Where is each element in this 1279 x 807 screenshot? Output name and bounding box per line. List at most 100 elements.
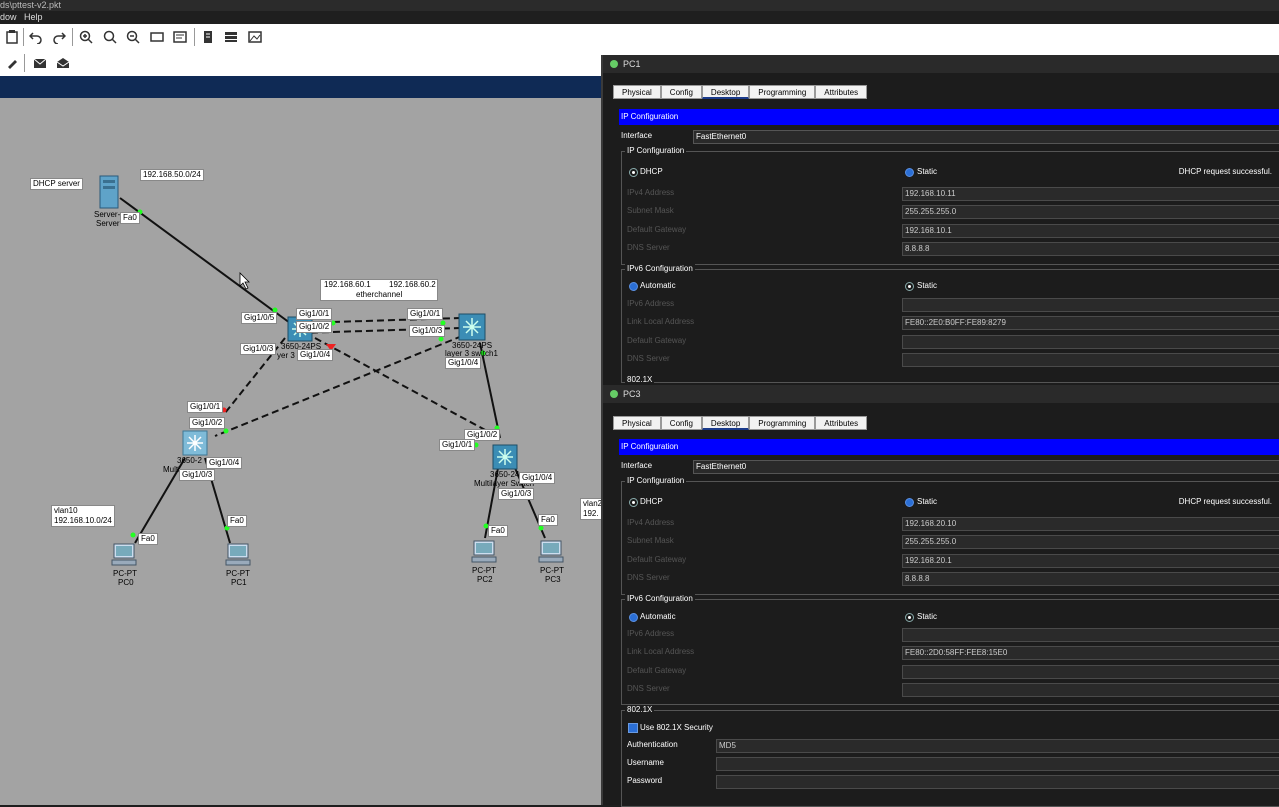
pc2-type: PC-PT bbox=[472, 566, 496, 575]
multilayer-switch-left-icon[interactable] bbox=[182, 430, 208, 456]
interface-select[interactable]: FastEthernet0 bbox=[693, 130, 1279, 144]
ipv4-group-label: IP Configuration bbox=[625, 476, 687, 485]
use-8021x-label: Use 802.1X Security bbox=[640, 723, 713, 732]
rectangle-icon[interactable] bbox=[148, 28, 166, 46]
main-toolbar bbox=[0, 24, 1279, 51]
ipv6-group-label: IPv6 Configuration bbox=[625, 264, 695, 273]
pc1-tabs: Physical Config Desktop Programming Attr… bbox=[613, 85, 868, 99]
workspace-bar bbox=[0, 76, 605, 98]
zoom-in-icon[interactable] bbox=[77, 28, 95, 46]
tab-config[interactable]: Config bbox=[660, 416, 702, 430]
zoom-reset-icon[interactable] bbox=[101, 28, 119, 46]
menu-window[interactable]: dow bbox=[0, 12, 17, 22]
pc3-authentication-select[interactable]: MD5 bbox=[716, 739, 1279, 753]
layer3-switch1-icon[interactable] bbox=[458, 313, 486, 341]
pc3-subnet-mask-input[interactable]: 255.255.255.0 bbox=[902, 535, 1279, 549]
pc3-type: PC-PT bbox=[540, 566, 564, 575]
tab-programming[interactable]: Programming bbox=[749, 85, 816, 99]
authentication-label: Authentication bbox=[627, 740, 678, 749]
notes-icon[interactable] bbox=[3, 28, 21, 46]
ip-config-header: IP Configuration bbox=[619, 439, 1279, 455]
toolbar-separator bbox=[72, 28, 73, 46]
ip-config-header: IP Configuration bbox=[619, 109, 1279, 125]
pc0-icon[interactable] bbox=[111, 543, 137, 567]
complex-pdu-icon[interactable] bbox=[54, 54, 72, 72]
pc3-ipv6-gateway-input[interactable] bbox=[902, 665, 1279, 679]
pc3-dialog-titlebar[interactable]: PC3 bbox=[603, 385, 1279, 403]
redo-icon[interactable] bbox=[50, 28, 68, 46]
pc3-username-input[interactable] bbox=[716, 757, 1279, 771]
interface-select[interactable]: FastEthernet0 bbox=[693, 460, 1279, 474]
multilayer-switch-right-icon[interactable] bbox=[492, 444, 518, 470]
tab-physical[interactable]: Physical bbox=[613, 416, 661, 430]
etherchannel-note: 192.168.60.1 192.168.60.2 etherchannel bbox=[320, 279, 438, 301]
right-port-gig1-0-3: Gig1/0/3 bbox=[498, 488, 535, 500]
pc3-ipv4-address-input[interactable]: 192.168.20.10 bbox=[902, 517, 1279, 531]
static-radio[interactable] bbox=[905, 498, 914, 507]
pc1-subnet-mask-input[interactable]: 255.255.255.0 bbox=[902, 205, 1279, 219]
pc0-type: PC-PT bbox=[113, 569, 137, 578]
palette-icon[interactable] bbox=[171, 28, 189, 46]
ipv6-automatic-label: Automatic bbox=[640, 612, 676, 621]
core-port-gig1-0-2: Gig1/0/2 bbox=[296, 321, 333, 333]
left-switch-name: Multi bbox=[163, 465, 180, 474]
pc3-default-gateway-input[interactable]: 192.168.20.1 bbox=[902, 554, 1279, 568]
pc3-link-local-input[interactable]: FE80::2D0:58FF:FEE8:15E0 bbox=[902, 646, 1279, 660]
vlan10-subnet: 192.168.10.0/24 bbox=[54, 516, 112, 525]
device-list-icon[interactable] bbox=[222, 28, 240, 46]
tab-programming[interactable]: Programming bbox=[749, 416, 816, 430]
server-icon[interactable] bbox=[98, 174, 122, 210]
ipv6-gateway-label: Default Gateway bbox=[627, 666, 687, 675]
tab-attributes[interactable]: Attributes bbox=[815, 85, 868, 99]
ipv6-static-radio[interactable] bbox=[905, 613, 914, 622]
pc1-ipv6-address-input[interactable] bbox=[902, 298, 1279, 312]
link-light bbox=[538, 525, 544, 531]
simple-pdu-icon[interactable] bbox=[31, 54, 49, 72]
tab-physical[interactable]: Physical bbox=[613, 85, 661, 99]
use-8021x-checkbox[interactable] bbox=[628, 723, 638, 733]
ipv6-static-radio[interactable] bbox=[905, 282, 914, 291]
document-icon[interactable] bbox=[199, 28, 217, 46]
pc2-icon[interactable] bbox=[471, 540, 497, 564]
pc1-dialog-titlebar[interactable]: PC1 bbox=[603, 55, 1279, 73]
subnet-mask-label: Subnet Mask bbox=[627, 536, 674, 545]
pc1-default-gateway-input[interactable]: 192.168.10.1 bbox=[902, 224, 1279, 238]
vlan10-name: vlan10 bbox=[54, 506, 78, 515]
tab-config[interactable]: Config bbox=[660, 85, 702, 99]
dns-server-label: DNS Server bbox=[627, 243, 670, 252]
pc1-icon[interactable] bbox=[225, 543, 251, 567]
static-radio[interactable] bbox=[905, 168, 914, 177]
pc3-ipv6-dns-input[interactable] bbox=[902, 683, 1279, 697]
pc1-dns-server-input[interactable]: 8.8.8.8 bbox=[902, 242, 1279, 256]
undo-icon[interactable] bbox=[27, 28, 45, 46]
topology-canvas[interactable]: DHCP server 192.168.50.0/24 Server- Serv… bbox=[0, 98, 605, 805]
pc1-ipv4-address-input[interactable]: 192.168.10.11 bbox=[902, 187, 1279, 201]
pc1-ipv6-gateway-input[interactable] bbox=[902, 335, 1279, 349]
pc3-icon[interactable] bbox=[538, 540, 564, 564]
pc1-ipv6-dns-input[interactable] bbox=[902, 353, 1279, 367]
dhcp-label: DHCP bbox=[640, 497, 663, 506]
pc3-password-input[interactable] bbox=[716, 775, 1279, 789]
zoom-out-icon[interactable] bbox=[124, 28, 142, 46]
ipv6-automatic-radio[interactable] bbox=[629, 613, 638, 622]
server-subnet-note: 192.168.50.0/24 bbox=[140, 169, 204, 181]
pencil-icon[interactable] bbox=[3, 54, 21, 72]
pc1-link-local-input[interactable]: FE80::2E0:B0FF:FE89:8279 bbox=[902, 316, 1279, 330]
ipv6-automatic-radio[interactable] bbox=[629, 282, 638, 291]
default-gateway-label: Default Gateway bbox=[627, 555, 687, 564]
tab-attributes[interactable]: Attributes bbox=[815, 416, 868, 430]
dhcp-radio[interactable] bbox=[629, 498, 638, 507]
tab-desktop[interactable]: Desktop bbox=[701, 85, 750, 99]
pc1-dialog-title: PC1 bbox=[623, 59, 641, 69]
link-local-label: Link Local Address bbox=[627, 647, 695, 656]
menu-help[interactable]: Help bbox=[24, 12, 43, 22]
pc3-ipv6-address-input[interactable] bbox=[902, 628, 1279, 642]
dhcp-radio[interactable] bbox=[629, 168, 638, 177]
tab-desktop[interactable]: Desktop bbox=[701, 416, 750, 430]
dhcp-label: DHCP bbox=[640, 167, 663, 176]
image-icon[interactable] bbox=[246, 28, 264, 46]
pc3-dns-server-input[interactable]: 8.8.8.8 bbox=[902, 572, 1279, 586]
toolbar-separator bbox=[194, 28, 195, 46]
pc2-port: Fa0 bbox=[488, 525, 508, 537]
left-port-gig1-0-1: Gig1/0/1 bbox=[187, 401, 224, 413]
